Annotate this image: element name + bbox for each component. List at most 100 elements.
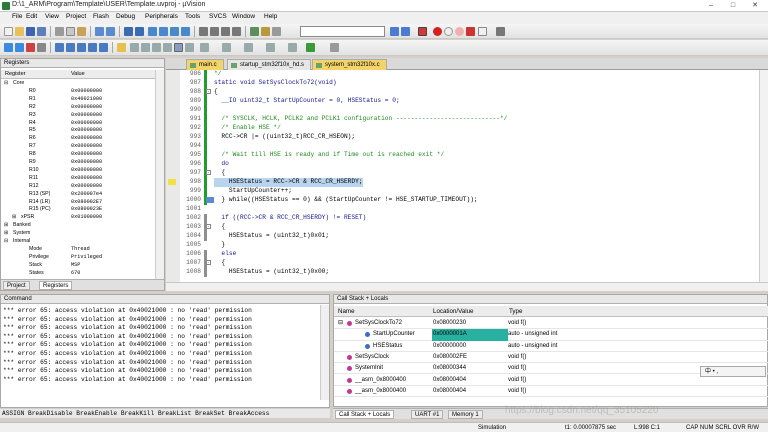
run-icon[interactable] [15,43,24,52]
editor-vertical-scrollbar[interactable] [759,70,768,282]
callstack-location[interactable]: 0x08000344 [432,363,508,374]
code-line[interactable]: 999 StartUpCounter++; [166,187,756,196]
clear-bookmarks-icon[interactable] [181,27,190,36]
navigate-forward-icon[interactable] [135,27,144,36]
register-row[interactable]: R1 0x40021000 [1,96,156,103]
code-editor[interactable]: 986 */ 987 static void SetSysClockTo72(void… [166,70,768,282]
menu-window[interactable]: Window [232,13,255,20]
breakpoint-icon[interactable] [433,27,442,36]
tab-registers[interactable]: Registers [39,281,73,290]
register-value[interactable]: Privileged [71,254,102,261]
register-row[interactable]: R4 0x00000000 [1,120,156,127]
tab-startup-s[interactable]: startup_stm32f10x_hd.s [227,59,312,70]
paste-icon[interactable] [77,27,86,36]
register-row[interactable]: R14 (LR) 0x080002E7 [1,199,156,206]
save-icon[interactable] [26,27,35,36]
code-line[interactable]: 992 /* Enable HSE */ [166,124,756,133]
register-row[interactable]: R15 (PC) 0x0800023E [1,206,156,213]
callstack-row[interactable]: HSEStatus 0x00000000 auto - unsigned int [334,341,768,352]
tab-call-stack-locals[interactable]: Call Stack + Locals [335,410,395,419]
configure-icon[interactable] [496,27,505,36]
find-in-files-icon[interactable] [250,27,259,36]
code-line[interactable]: 1004 HSEStatus = (uint32_t)0x01; [166,232,756,241]
registers-scrollbar[interactable] [155,70,164,280]
step-icon[interactable] [37,43,46,52]
expand-icon[interactable]: ⊞ [4,230,8,237]
call-stack-window-icon[interactable] [163,43,172,52]
register-row[interactable]: R6 0x00000000 [1,135,156,142]
indent-icon[interactable] [199,27,208,36]
menu-view[interactable]: View [45,13,59,20]
menu-tools[interactable]: Tools [185,13,200,20]
register-row[interactable]: ⊟ Internal [1,238,156,245]
callstack-row[interactable]: ⊟ SetSysClockTo72 0x08000230 void f() [334,318,768,330]
fold-toggle-icon[interactable]: - [206,170,211,175]
stop-icon[interactable] [26,43,35,52]
save-all-icon[interactable] [37,27,46,36]
register-row[interactable]: R12 0x00000000 [1,183,156,190]
register-value[interactable]: 0x00000000 [71,135,102,142]
tab-system-c[interactable]: system_stm32f10x.c [312,59,387,70]
register-value[interactable]: 670 [71,270,80,277]
cut-icon[interactable] [55,27,64,36]
undo-icon[interactable] [95,27,104,36]
next-bookmark-icon[interactable] [170,27,179,36]
register-row[interactable]: R5 0x00000000 [1,127,156,134]
trace-window-icon[interactable] [244,43,253,52]
minimize-button[interactable]: – [700,0,722,11]
register-row[interactable]: R10 0x00000000 [1,167,156,174]
register-row[interactable]: States 670 [1,270,156,277]
code-line[interactable]: 1005 } [166,241,756,250]
code-line[interactable]: 986 */ [166,70,756,79]
callstack-location[interactable]: 0x0000001A [432,329,508,341]
reset-cpu-icon[interactable] [4,43,13,52]
expand-icon[interactable]: ⊞ [12,214,16,221]
menu-svcs[interactable]: SVCS [209,13,227,20]
register-row[interactable]: R3 0x00000000 [1,112,156,119]
register-row[interactable]: ⊞ Banked [1,222,156,229]
system-viewer-icon[interactable] [266,43,275,52]
menu-project[interactable]: Project [66,13,86,20]
menu-flash[interactable]: Flash [93,13,109,20]
register-value[interactable]: 0x00000000 [71,167,102,174]
callstack-row[interactable]: __asm_0x8000400 0x08000404 void f() [334,386,768,398]
register-value[interactable]: 0x00000000 [71,151,102,158]
target-select[interactable] [300,26,385,37]
location-column-label[interactable]: Location/Value [433,306,473,317]
register-row[interactable]: ⊞ System [1,230,156,237]
open-folder-icon[interactable] [15,27,24,36]
code-line[interactable]: 1007- { [166,259,756,268]
editor-horizontal-scrollbar[interactable] [166,282,768,291]
register-row[interactable]: R2 0x00000000 [1,104,156,111]
register-value[interactable]: 0x00000000 [71,159,102,166]
code-line[interactable]: 1001 [166,205,756,214]
tab-memory-1[interactable]: Memory 1 [448,410,483,419]
register-value[interactable]: 0x080002E7 [71,199,102,206]
uncomment-icon[interactable] [232,27,241,36]
fold-toggle-icon[interactable]: - [206,260,211,265]
command-scrollbar[interactable] [320,305,329,400]
step-out-icon[interactable] [77,43,86,52]
callstack-location[interactable]: 0x08000404 [432,386,508,397]
callstack-row[interactable]: StartUpCounter 0x0000001A auto - unsigned … [334,329,768,341]
redo-icon[interactable] [106,27,115,36]
callstack-row[interactable]: SetSysClock 0x080002FE void f() [334,352,768,364]
register-value[interactable]: 0x00000000 [71,112,102,119]
code-line[interactable]: 1003- { [166,223,756,232]
step-over-icon[interactable] [66,43,75,52]
tab-project[interactable]: Project [3,281,30,290]
ime-indicator[interactable]: 中 • , [700,366,766,377]
callstack-location[interactable]: 0x08000404 [432,375,508,386]
prev-bookmark-icon[interactable] [159,27,168,36]
code-line[interactable]: 995 /* Wait till HSE is ready and if Tim… [166,151,756,160]
register-value[interactable]: 0x00000000 [71,104,102,111]
register-row[interactable]: R7 0x00000000 [1,143,156,150]
watch-window-icon[interactable] [174,43,183,52]
code-line[interactable]: 1000 } while((HSEStatus == 0) && (StartU… [166,196,756,205]
comment-icon[interactable] [221,27,230,36]
analysis-window-icon[interactable] [222,43,231,52]
run-to-cursor-icon[interactable] [88,43,97,52]
disable-all-breakpoints-icon[interactable] [466,27,475,36]
command-hint-bar[interactable]: ASSIGN BreakDisable BreakEnable BreakKil… [0,409,330,418]
register-value[interactable]: 0x200007e4 [71,191,102,198]
